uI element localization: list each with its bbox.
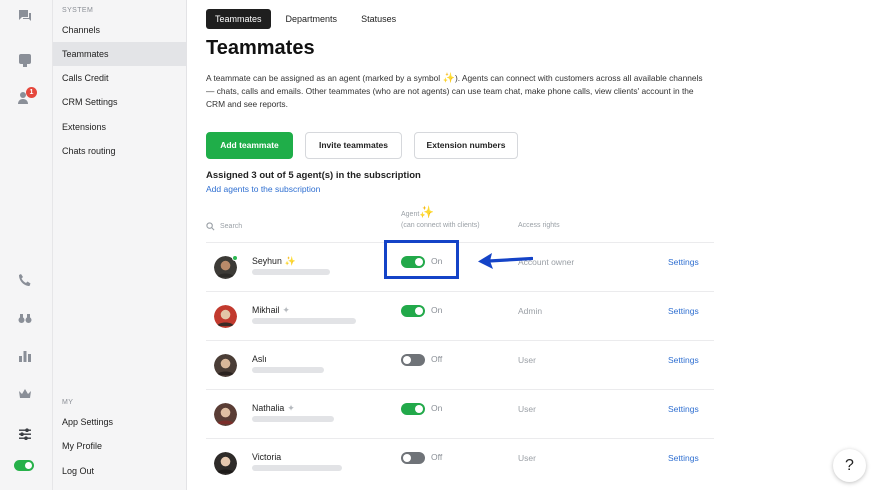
section-label-system: SYSTEM xyxy=(62,7,94,14)
tab-departments[interactable]: Departments xyxy=(277,9,347,29)
column-agent: Agent✨ (can connect with clients) xyxy=(401,205,480,231)
settings-link[interactable]: Settings xyxy=(668,453,699,463)
agent-toggle[interactable] xyxy=(401,354,425,366)
table-row: Nathalia ✦ On User Settings xyxy=(206,389,714,438)
binoculars-icon[interactable] xyxy=(15,308,35,328)
column-agent-sublabel: (can connect with clients) xyxy=(401,222,480,229)
arrow-left-icon xyxy=(478,253,533,269)
settings-link[interactable]: Settings xyxy=(668,257,699,267)
avatar xyxy=(214,403,237,426)
table-row: Seyhun ✨ On Account owner Settings xyxy=(206,242,714,291)
teammate-name: Aslı xyxy=(252,354,267,364)
email-redacted xyxy=(252,269,330,275)
settings-link[interactable]: Settings xyxy=(668,355,699,365)
agent-sparkle-icon: ✨ xyxy=(284,256,297,266)
agent-toggle[interactable] xyxy=(401,452,425,464)
email-redacted xyxy=(252,367,324,373)
agent-toggle-label: On xyxy=(431,305,443,315)
agent-toggle-label: Off xyxy=(431,354,443,364)
sidebar-item-app-settings[interactable]: App Settings xyxy=(53,410,186,434)
main-content: Teammates Departments Statuses Teammates… xyxy=(187,0,877,490)
chats-icon[interactable] xyxy=(15,6,35,26)
subscription-summary: Assigned 3 out of 5 agent(s) in the subs… xyxy=(206,170,421,181)
agent-toggle[interactable] xyxy=(401,305,425,317)
section-label-my: MY xyxy=(62,399,74,406)
phone-icon[interactable] xyxy=(15,270,35,290)
icon-rail: 1 xyxy=(0,0,53,490)
agent-sparkle-icon: ✦ xyxy=(282,305,290,315)
online-status-dot xyxy=(232,255,238,261)
tab-statuses[interactable]: Statuses xyxy=(352,9,405,29)
table-row: Mikhail ✦ On Admin Settings xyxy=(206,291,714,340)
inbox-icon[interactable] xyxy=(15,50,35,70)
page-title: Teammates xyxy=(206,37,315,59)
add-agents-link[interactable]: Add agents to the subscription xyxy=(206,184,320,194)
tab-bar: Teammates Departments Statuses xyxy=(206,9,405,29)
page-description: A teammate can be assigned as an agent (… xyxy=(206,72,711,111)
notification-badge: 1 xyxy=(26,87,37,98)
avatar xyxy=(214,305,237,328)
sidebar-item-channels[interactable]: Channels xyxy=(53,18,186,42)
extension-numbers-button[interactable]: Extension numbers xyxy=(414,132,518,159)
agent-sparkle-icon: ✨ xyxy=(442,73,455,84)
sidebar-item-calls-credit[interactable]: Calls Credit xyxy=(53,66,186,90)
highlight-box xyxy=(384,240,459,279)
teammate-name-text: Mikhail xyxy=(252,305,280,315)
availability-toggle[interactable] xyxy=(14,460,34,471)
reports-icon[interactable] xyxy=(15,346,35,366)
avatar xyxy=(214,354,237,377)
help-button[interactable]: ? xyxy=(833,449,866,482)
settings-link[interactable]: Settings xyxy=(668,404,699,414)
teammate-name-text: Seyhun xyxy=(252,256,282,266)
agent-sparkle-icon: ✨ xyxy=(419,205,435,219)
access-rights: User xyxy=(518,355,536,365)
access-rights: User xyxy=(518,453,536,463)
teammate-name: Seyhun ✨ xyxy=(252,256,296,267)
teammate-name: Victoria xyxy=(252,452,282,462)
sidebar-item-extensions[interactable]: Extensions xyxy=(53,115,186,139)
crown-icon[interactable] xyxy=(15,384,35,404)
desc-part-1: A teammate can be assigned as an agent (… xyxy=(206,73,443,83)
column-agent-label: Agent xyxy=(401,211,420,218)
agent-sparkle-icon: ✦ xyxy=(287,403,295,413)
access-rights: User xyxy=(518,404,536,414)
email-redacted xyxy=(252,318,356,324)
table-row: Victoria Off User Settings xyxy=(206,438,714,487)
sidebar-item-teammates[interactable]: Teammates xyxy=(53,42,186,66)
invite-teammates-button[interactable]: Invite teammates xyxy=(305,132,402,159)
search-field[interactable]: Search xyxy=(206,222,242,231)
sidebar-item-log-out[interactable]: Log Out xyxy=(53,459,186,483)
sidebar-item-crm-settings[interactable]: CRM Settings xyxy=(53,90,186,114)
settings-link[interactable]: Settings xyxy=(668,306,699,316)
sidebar-item-chats-routing[interactable]: Chats routing xyxy=(53,139,186,163)
avatar xyxy=(214,452,237,475)
agent-toggle-label: On xyxy=(431,403,443,413)
teammate-name-text: Nathalia xyxy=(252,403,285,413)
add-teammate-button[interactable]: Add teammate xyxy=(206,132,293,159)
search-placeholder: Search xyxy=(220,223,243,230)
settings-sliders-icon[interactable] xyxy=(15,424,35,444)
email-redacted xyxy=(252,465,342,471)
teammate-name: Nathalia ✦ xyxy=(252,403,295,414)
settings-sidebar: SYSTEM Channels Teammates Calls Credit C… xyxy=(53,0,187,490)
tab-teammates[interactable]: Teammates xyxy=(206,9,271,29)
teammate-name: Mikhail ✦ xyxy=(252,305,290,316)
sidebar-item-my-profile[interactable]: My Profile xyxy=(53,434,186,458)
column-access-rights: Access rights xyxy=(518,222,560,229)
teammates-table: Seyhun ✨ On Account owner Settings Mikhai… xyxy=(206,242,714,487)
access-rights: Admin xyxy=(518,306,543,316)
search-icon xyxy=(206,222,215,231)
email-redacted xyxy=(252,416,334,422)
table-row: Aslı Off User Settings xyxy=(206,340,714,389)
agent-toggle[interactable] xyxy=(401,403,425,415)
agent-toggle-label: Off xyxy=(431,452,443,462)
